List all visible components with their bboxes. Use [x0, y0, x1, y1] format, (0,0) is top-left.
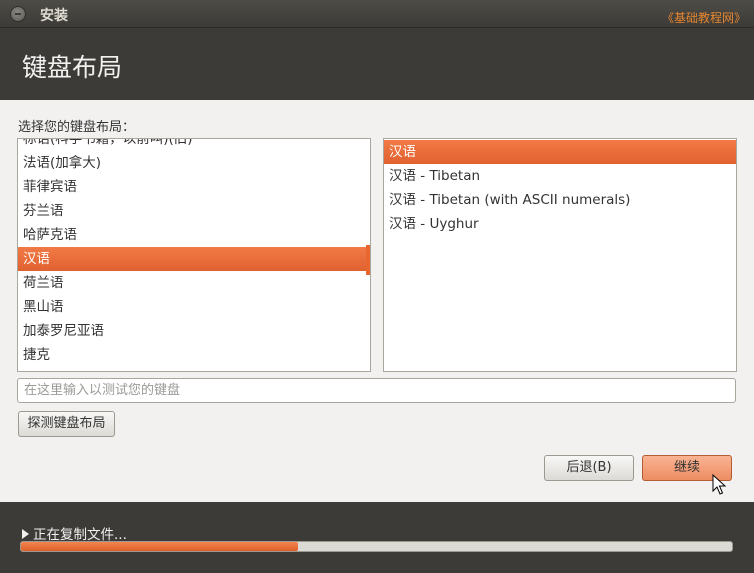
list-item[interactable]: 哈萨克语: [18, 223, 370, 247]
list-item[interactable]: 标语(科学书籍，以前叫)(旧): [18, 139, 370, 151]
window-title: 安装: [40, 8, 68, 24]
list-item[interactable]: 芬兰语: [18, 199, 370, 223]
layout-list[interactable]: 标语(科学书籍，以前叫)(旧) 法语(加拿大) 菲律宾语 芬兰语 哈萨克语 汉语 荷兰语 黑山…: [17, 138, 371, 372]
expand-triangle-icon[interactable]: [22, 529, 29, 539]
variant-list[interactable]: 汉语 汉语 - Tibetan 汉语 - Tibetan (with ASCII n…: [383, 138, 737, 372]
close-icon[interactable]: [10, 6, 26, 22]
list-item[interactable]: 菲律宾语: [18, 175, 370, 199]
list-item[interactable]: 吉尔吉斯语(东乡族斯坦): [18, 367, 370, 371]
back-button[interactable]: 后退(B): [544, 455, 634, 481]
page-title: 键盘布局: [22, 53, 123, 82]
list-item[interactable]: 汉语: [18, 247, 370, 271]
progress-expander[interactable]: 正在复制文件...: [22, 523, 127, 543]
list-item[interactable]: 汉语 - Tibetan: [384, 164, 736, 188]
progress-bar: [20, 541, 733, 552]
list-item[interactable]: 黑山语: [18, 295, 370, 319]
progress-section: 正在复制文件...: [0, 502, 754, 573]
list-item[interactable]: 加泰罗尼亚语: [18, 319, 370, 343]
detect-layout-button[interactable]: 探测键盘布局: [18, 411, 115, 437]
list-item[interactable]: 汉语 - Tibetan (with ASCII numerals): [384, 188, 736, 212]
scrollbar[interactable]: [366, 245, 370, 275]
watermark: 《基础教程网》: [661, 11, 746, 25]
header: 键盘布局: [0, 28, 754, 100]
list-item[interactable]: 汉语 - Uyghur: [384, 212, 736, 236]
list-item[interactable]: 法语(加拿大): [18, 151, 370, 175]
keyboard-test-input[interactable]: [17, 378, 736, 403]
title-bar: 安装 《基础教程网》: [0, 0, 754, 28]
progress-fill: [21, 542, 299, 551]
layout-prompt: 选择您的键盘布局：: [18, 120, 136, 135]
list-item[interactable]: 捷克: [18, 343, 370, 367]
list-item[interactable]: 荷兰语: [18, 271, 370, 295]
list-item[interactable]: 汉语: [384, 140, 736, 164]
mouse-pointer-icon: [712, 474, 727, 495]
main-content: 选择您的键盘布局： 标语(科学书籍，以前叫)(旧) 法语(加拿大) 菲律宾语 芬兰语哈…: [0, 100, 754, 502]
